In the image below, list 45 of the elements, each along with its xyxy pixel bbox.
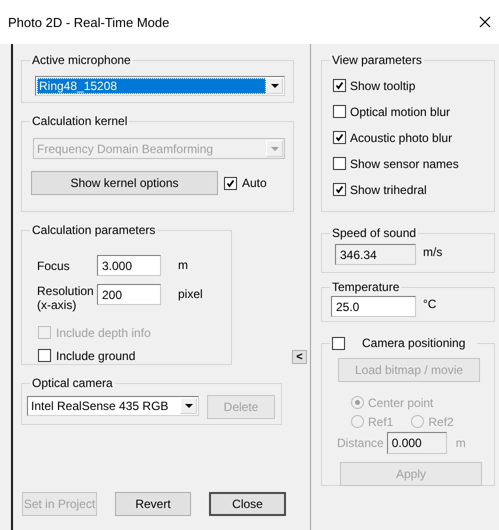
unit-label: m/s	[423, 244, 442, 260]
checkbox-label: Include ground	[56, 348, 136, 362]
window-title: Photo 2D - Real-Time Mode	[8, 14, 170, 30]
caret-icon[interactable]	[266, 78, 283, 94]
checkbox-label: Show sensor names	[350, 156, 459, 170]
unit-label: °C	[423, 296, 436, 312]
dialog-button[interactable]: Revert	[115, 492, 191, 516]
group-label: Speed of sound	[332, 226, 416, 240]
input-field[interactable]: 200	[97, 284, 161, 305]
close-icon[interactable]	[479, 16, 491, 28]
checkbox-label: Show trihedral	[350, 182, 427, 196]
unit-label: m	[178, 257, 188, 274]
field-label: Distance	[337, 436, 384, 450]
field-label: Resolution (x-axis)	[37, 284, 95, 312]
unit-label: pixel	[178, 286, 203, 303]
checkbox-label: Show tooltip	[350, 78, 416, 92]
unit-label: m	[456, 436, 466, 450]
radio-label: Ref1	[368, 414, 394, 428]
checkbox-label: Acoustic photo blur	[350, 130, 452, 144]
checkbox[interactable]	[333, 105, 346, 118]
group-label: Temperature	[332, 280, 400, 294]
radio-label: Ref2	[428, 414, 454, 428]
checkbox-label: Optical motion blur	[350, 104, 450, 118]
collapse-button[interactable]: <	[292, 350, 307, 364]
checkbox[interactable]	[333, 157, 346, 170]
group-label: Calculation kernel	[32, 114, 128, 128]
checkbox[interactable]	[333, 79, 346, 92]
group-label: Active microphone	[32, 53, 131, 67]
group-label: Camera positioning	[362, 336, 466, 350]
checkbox-label: Auto	[242, 176, 267, 190]
input-field[interactable]: 3.000	[97, 255, 161, 276]
group-label: Calculation parameters	[32, 223, 156, 237]
dialog-button[interactable]: Close	[209, 492, 286, 516]
caret-icon[interactable]	[180, 398, 197, 414]
group-label: View parameters	[332, 53, 422, 67]
dropdown[interactable]: Intel RealSense 435 RGB	[27, 396, 199, 416]
checkbox-label: Include depth info	[56, 326, 151, 340]
group-label: Optical camera	[32, 376, 113, 390]
checkbox[interactable]	[38, 349, 51, 362]
checkbox[interactable]	[333, 183, 346, 196]
input-field[interactable]: 25.0	[331, 296, 416, 317]
dropdown[interactable]: Ring48_15208	[35, 76, 285, 96]
field-label: Focus	[37, 258, 71, 272]
checkbox[interactable]	[333, 131, 346, 144]
radio-label: Center point	[368, 396, 434, 410]
